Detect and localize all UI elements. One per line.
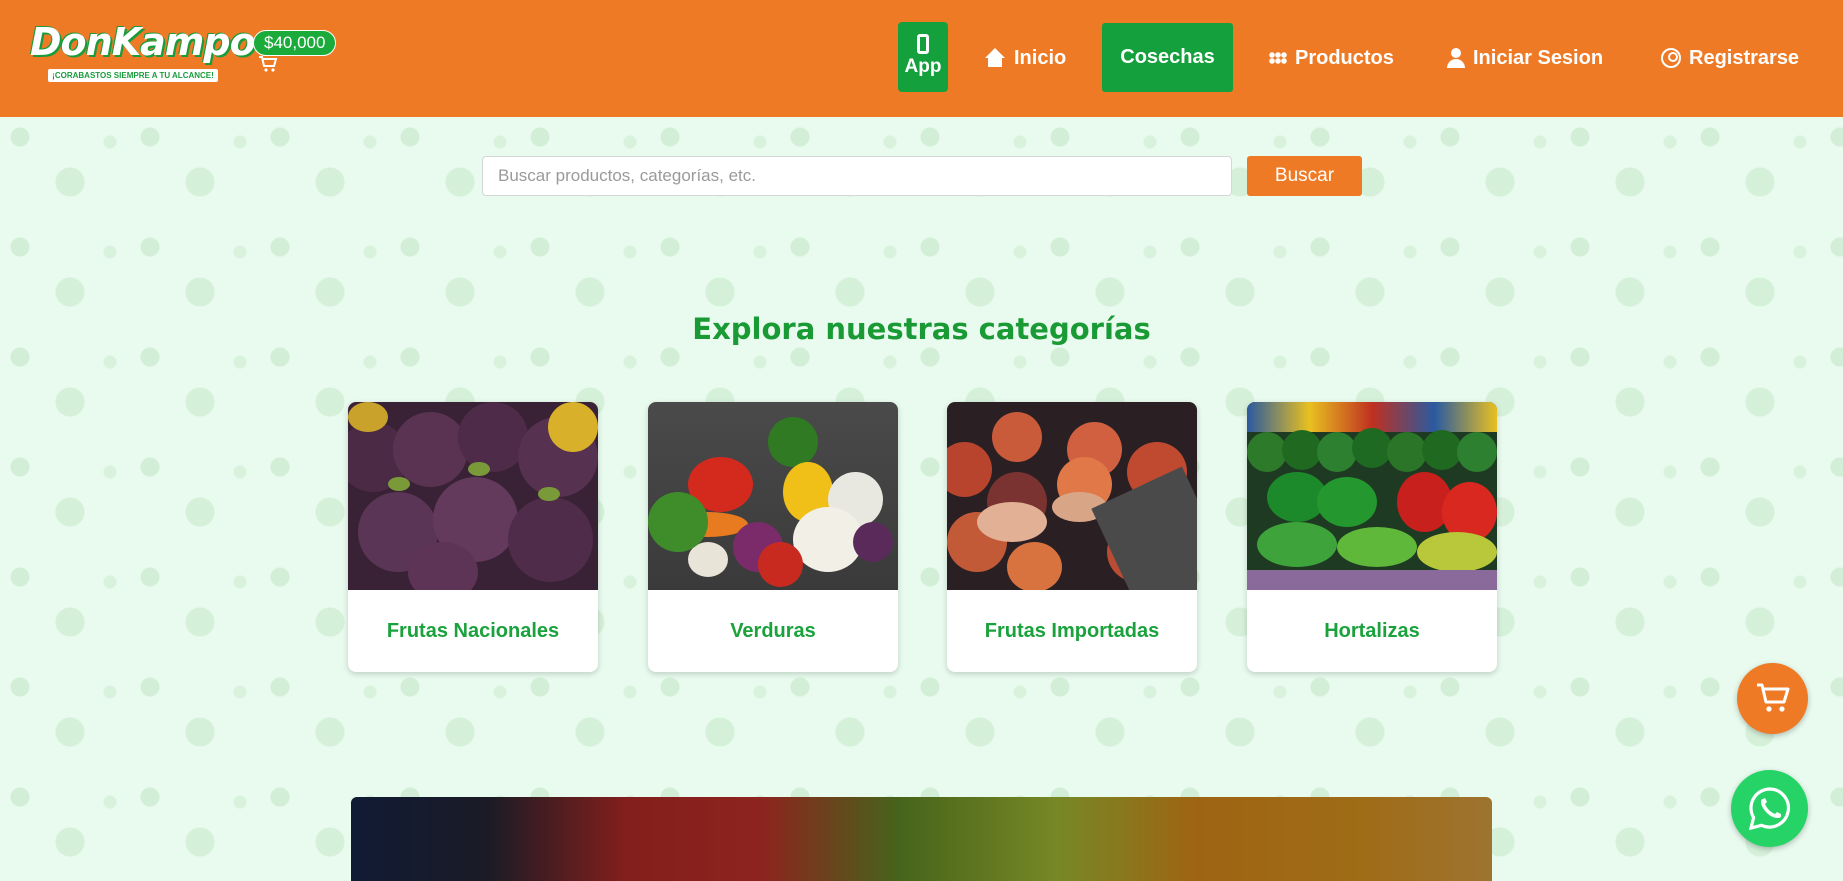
mini-cart-icon[interactable] (258, 56, 278, 77)
nav-cosechas[interactable]: Cosechas (1102, 23, 1233, 92)
category-image-frutas-nacionales (348, 402, 598, 590)
category-label: Verduras (730, 619, 816, 642)
nav-inicio-label: Inicio (1014, 46, 1067, 69)
brand-logo[interactable]: DonKampo ¡CORABASTOS SIEMPRE A TU ALCANC… (30, 20, 256, 86)
site-header: DonKampo ¡CORABASTOS SIEMPRE A TU ALCANC… (0, 0, 1843, 117)
cart-icon (1757, 683, 1790, 712)
nav-login-label: Iniciar Sesion (1473, 46, 1604, 69)
user-icon (1447, 48, 1465, 68)
grid-icon (1269, 52, 1287, 64)
home-icon (984, 48, 1006, 68)
floating-cart-button[interactable] (1737, 663, 1808, 734)
phone-icon (917, 34, 929, 54)
category-label: Frutas Importadas (984, 619, 1160, 642)
category-label: Frutas Nacionales (386, 619, 560, 642)
category-card-hortalizas[interactable]: Hortalizas (1247, 402, 1497, 672)
category-card-frutas-nacionales[interactable]: Frutas Nacionales (348, 402, 598, 672)
whatsapp-button[interactable] (1731, 770, 1808, 847)
search-input[interactable] (482, 156, 1232, 196)
banner-overlay (351, 797, 1492, 881)
user-circle-icon (1661, 48, 1681, 68)
nav-login[interactable]: Iniciar Sesion (1447, 36, 1603, 80)
background-pattern (0, 117, 1843, 881)
balance-badge[interactable]: $40,000 (253, 30, 337, 56)
category-label: Hortalizas (1324, 619, 1420, 642)
nav-app-button[interactable]: App (898, 22, 948, 92)
search-button[interactable]: Buscar (1247, 156, 1362, 196)
categories-title: Explora nuestras categorías (692, 312, 1151, 346)
logo-text: DonKampo (30, 20, 256, 64)
nav-cosechas-label: Cosechas (1120, 46, 1215, 68)
nav-productos-label: Productos (1295, 46, 1394, 69)
nav-productos[interactable]: Productos (1269, 36, 1394, 80)
nav-register-label: Registrarse (1689, 46, 1800, 69)
category-image-frutas-importadas (947, 402, 1197, 590)
promo-banner (351, 797, 1492, 881)
nav-app-label: App (904, 56, 942, 77)
nav-register[interactable]: Registrarse (1661, 36, 1799, 80)
category-card-frutas-importadas[interactable]: Frutas Importadas (947, 402, 1197, 672)
logo-tagline: ¡CORABASTOS SIEMPRE A TU ALCANCE! (48, 69, 218, 82)
category-card-verduras[interactable]: Verduras (648, 402, 898, 672)
category-image-hortalizas (1247, 402, 1497, 590)
whatsapp-icon (1748, 787, 1791, 831)
nav-inicio[interactable]: Inicio (984, 36, 1066, 80)
category-image-verduras (648, 402, 898, 590)
